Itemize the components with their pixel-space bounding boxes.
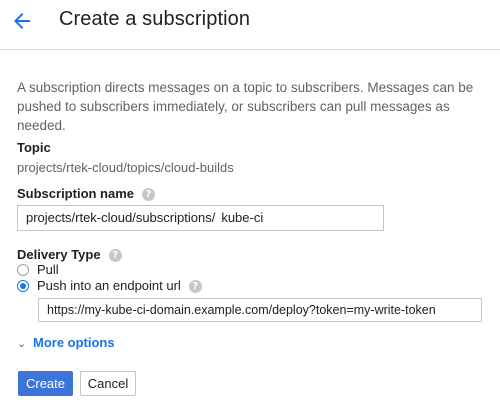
radio-pull[interactable] [17, 264, 29, 276]
subscription-name-label: Subscription name [17, 186, 135, 201]
radio-pull-label: Pull [37, 262, 59, 277]
more-options-toggle[interactable]: ⌄ More options [17, 335, 115, 350]
create-button[interactable]: Create [18, 371, 73, 396]
delivery-option-pull[interactable]: Pull [17, 263, 59, 279]
topic-value: projects/rtek-cloud/topics/cloud-builds [17, 160, 234, 175]
help-icon[interactable]: ? [108, 249, 122, 262]
delivery-option-push[interactable]: Push into an endpoint url? [17, 279, 202, 295]
delivery-type-label: Delivery Type [17, 247, 101, 262]
back-button[interactable] [10, 9, 34, 33]
page-header: Create a subscription [0, 0, 500, 50]
subscription-description: A subscription directs messages on a top… [17, 80, 474, 133]
create-subscription-page: Create a subscription A subscription dir… [0, 0, 500, 415]
radio-push[interactable] [17, 280, 29, 292]
subscription-name-value: kube-ci [221, 210, 264, 225]
subscription-name-label-row: Subscription name? [17, 186, 156, 201]
help-icon[interactable]: ? [188, 280, 202, 293]
subscription-name-prefix: projects/rtek-cloud/subscriptions/ [26, 210, 216, 225]
page-title: Create a subscription [59, 8, 251, 30]
arrow-back-icon [14, 13, 30, 29]
delivery-type-label-row: Delivery Type? [17, 247, 122, 262]
help-icon[interactable]: ? [142, 188, 156, 201]
double-chevron-down-icon: ⌄ [17, 337, 27, 350]
subscription-name-input[interactable]: projects/rtek-cloud/subscriptions/kube-c… [17, 205, 384, 231]
endpoint-url-input[interactable]: https://my-kube-ci-domain.example.com/de… [38, 298, 482, 322]
radio-push-label: Push into an endpoint url [37, 278, 181, 293]
more-options-label: More options [33, 335, 115, 350]
topic-label: Topic [17, 140, 51, 155]
cancel-button[interactable]: Cancel [80, 371, 136, 396]
